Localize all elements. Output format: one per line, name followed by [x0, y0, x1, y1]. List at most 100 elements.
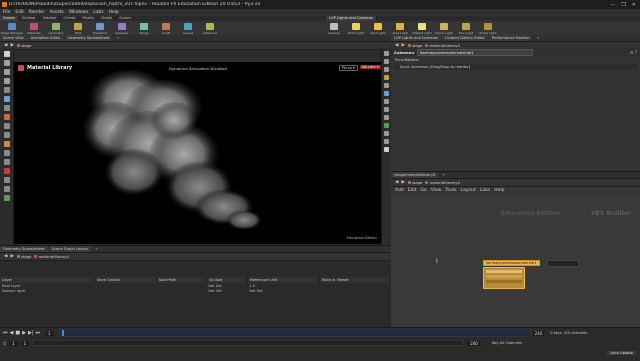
gear-icon[interactable]: ⚙ ? — [630, 50, 640, 55]
shelf-tool[interactable]: Instancer — [200, 23, 220, 35]
points-icon[interactable] — [384, 107, 389, 112]
snap-icon[interactable] — [3, 123, 10, 129]
path-context[interactable]: stage — [16, 43, 31, 48]
rotate-icon[interactable] — [3, 69, 10, 75]
frame-ruler[interactable] — [58, 329, 531, 337]
view-icon[interactable] — [3, 96, 10, 102]
viewport[interactable]: Material Library Dynamics Simulation Dis… — [14, 62, 381, 244]
shelf-tool[interactable]: Distant Light — [412, 23, 432, 35]
shelf-tool[interactable]: Dome Light — [434, 23, 454, 35]
path-node[interactable]: materiallibrary4 — [425, 180, 460, 185]
minimize-button[interactable]: — — [610, 2, 615, 8]
shelf-tool[interactable]: Area Light — [390, 23, 410, 35]
shelf-tool[interactable]: Layout — [178, 23, 198, 35]
range-start-field[interactable]: 1 — [20, 340, 30, 346]
tab-geometry-spreadsheet-bottom[interactable]: Geometry Spreadsheet — [0, 246, 48, 252]
back-icon[interactable]: ◀ — [4, 254, 7, 259]
menu-help[interactable]: Help — [109, 10, 119, 15]
play-icon[interactable]: ▶ — [22, 330, 26, 336]
auto-update-menu[interactable]: Auto Update — [607, 351, 636, 355]
render-region-icon[interactable] — [3, 159, 10, 165]
background-icon[interactable] — [384, 91, 389, 96]
shelf-tab[interactable]: Modify — [79, 16, 99, 21]
node-label[interactable]: karmapyroomsakematerial1 — [483, 260, 540, 266]
select-icon[interactable] — [3, 51, 10, 57]
shelf-tool[interactable]: Spot Light — [368, 23, 388, 35]
ghost-icon[interactable] — [384, 131, 389, 136]
scale-icon[interactable] — [3, 78, 10, 84]
shelf-tool[interactable]: Portal Light — [478, 23, 498, 35]
shelf-tool[interactable]: Geometry — [46, 23, 66, 35]
input-operators-list[interactable]: Input Operators [Drag/Drop to reorder] — [394, 64, 637, 70]
grid-toggle-icon[interactable] — [384, 99, 389, 104]
menu-labs[interactable]: Labs — [480, 188, 490, 193]
camera-menu[interactable]: No cam ▾ — [360, 65, 381, 69]
shelf-tool[interactable]: Camera — [324, 23, 344, 35]
tab-content-gallery[interactable]: Content Gallery Editor — [441, 35, 488, 41]
shadow-icon[interactable] — [384, 83, 389, 88]
tab-lop-lights[interactable]: LOP Lights and Cameras — [391, 35, 441, 41]
menu-windows[interactable]: Windows — [69, 10, 89, 15]
shelf-tool[interactable]: Env Light — [456, 23, 476, 35]
range-end-field[interactable]: 240 — [467, 340, 481, 346]
shelf-tab[interactable]: Create — [61, 16, 80, 21]
move-icon[interactable] — [3, 60, 10, 66]
key-all-channels-button[interactable]: Key All Channels — [492, 341, 522, 345]
tab-network[interactable]: /stage/materiallibrary4 — [391, 172, 439, 178]
step-forward-icon[interactable]: ▶| — [28, 330, 34, 336]
shelf-tool[interactable]: Point Light — [346, 23, 366, 35]
menu-edit[interactable]: Edit — [408, 188, 417, 193]
tab-scene-graph-layers[interactable]: Scene Graph Layers — [48, 246, 91, 252]
maximize-button[interactable]: ❐ — [621, 2, 625, 8]
camera-tool-icon[interactable] — [3, 150, 10, 156]
normals-icon[interactable] — [384, 115, 389, 120]
menu-add[interactable]: Add — [395, 188, 404, 193]
close-button[interactable]: ✕ — [632, 2, 636, 8]
light-icon[interactable] — [384, 75, 389, 80]
range-slider[interactable] — [32, 340, 465, 346]
guide-icon[interactable] — [384, 123, 389, 128]
shelf-tab[interactable]: Sidebar — [40, 16, 61, 21]
jump-end-icon[interactable]: ⏭ — [36, 330, 41, 336]
handle-icon[interactable] — [3, 87, 10, 93]
forward-icon[interactable]: ▶ — [10, 254, 13, 259]
add-tab-button[interactable]: + — [113, 35, 122, 41]
display-icon[interactable] — [3, 195, 10, 201]
add-tab-button[interactable]: + — [533, 35, 542, 41]
subnet-node[interactable] — [483, 267, 525, 289]
template-icon[interactable] — [384, 139, 389, 144]
node-name-editor[interactable] — [547, 260, 579, 267]
lighting-icon[interactable] — [3, 141, 10, 147]
path-context[interactable]: stage — [407, 180, 422, 185]
add-tab-button[interactable]: + — [92, 246, 101, 252]
shelf-tab[interactable]: Solaris — [0, 16, 20, 21]
shelf-tool[interactable]: Transform — [90, 23, 110, 35]
add-tab-button[interactable]: + — [439, 172, 448, 178]
shelf-tool[interactable]: Merge — [134, 23, 154, 35]
start-frame-field[interactable]: 1 — [9, 340, 18, 346]
realtime-icon[interactable]: ⏱ — [3, 341, 6, 346]
shelf-tool[interactable]: Materials — [24, 23, 44, 35]
menu-edit[interactable]: Edit — [15, 10, 24, 15]
shelf-tool[interactable]: Stage Manager — [1, 23, 23, 35]
menu-view[interactable]: View — [431, 188, 442, 193]
menu-file[interactable]: File — [3, 10, 10, 15]
node-name-field[interactable]: karmapyroomsakematerial1 — [417, 48, 534, 56]
step-back-icon[interactable]: ◀ — [10, 330, 14, 336]
shelf-tool[interactable]: Graft — [156, 23, 176, 35]
measure-icon[interactable] — [3, 177, 10, 183]
shelf-tab[interactable]: Solaris — [116, 16, 136, 21]
shelf-tool[interactable]: Sublayer — [112, 23, 132, 35]
path-context[interactable]: stage — [16, 254, 31, 259]
current-frame-field[interactable]: 1 — [45, 330, 54, 336]
back-icon[interactable]: ◀ — [395, 180, 398, 185]
jump-start-icon[interactable]: ⏮ — [3, 330, 8, 336]
table-row[interactable]: Session layer Not Set Not Set — [0, 288, 390, 293]
pose-icon[interactable] — [3, 105, 10, 111]
stop-icon[interactable]: ■ — [15, 330, 20, 336]
snapshot-icon[interactable] — [384, 147, 389, 152]
menu-render[interactable]: Render — [29, 10, 45, 15]
menu-layout[interactable]: Layout — [460, 188, 475, 193]
forward-icon[interactable]: ▶ — [401, 180, 404, 185]
light-link-icon[interactable] — [3, 132, 10, 138]
